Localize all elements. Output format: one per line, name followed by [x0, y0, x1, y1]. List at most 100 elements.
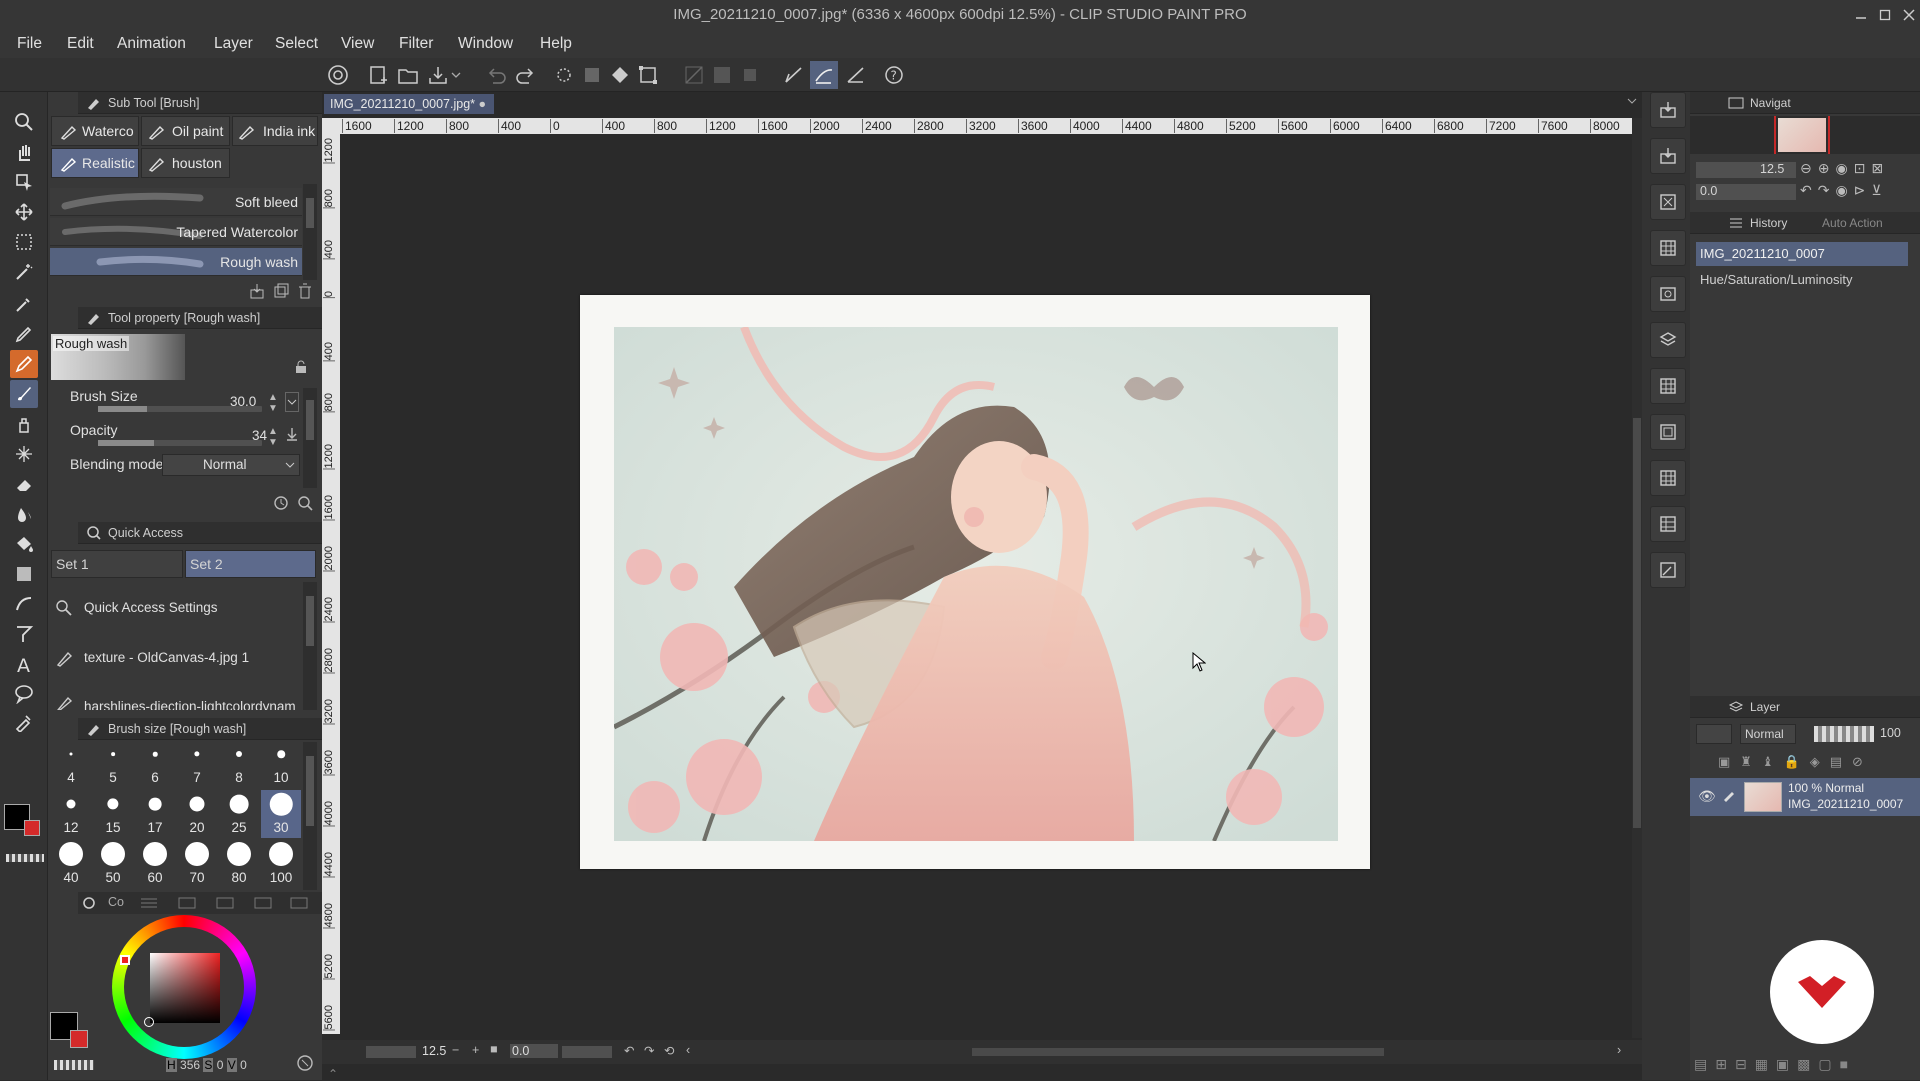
material-frame-icon[interactable]	[1650, 414, 1686, 450]
move-layer-icon[interactable]	[10, 198, 38, 226]
rotate-right-icon[interactable]: ↷	[644, 1043, 654, 1058]
opacity-row[interactable]: Opacity 34 ▲ ▼	[50, 420, 300, 454]
brush-item-rough-wash[interactable]: Rough wash	[50, 248, 302, 276]
decoration-tool-icon[interactable]	[10, 440, 38, 468]
menu-window[interactable]: Window	[458, 30, 513, 58]
navigator-rotate-icons[interactable]: ↶↷◉⊳⊻	[1800, 182, 1888, 199]
layer-opacity-value[interactable]: 100	[1880, 726, 1901, 740]
zoom-out-icon[interactable]: −	[452, 1043, 459, 1057]
chevron-right-icon[interactable]: ›	[1617, 1043, 1621, 1057]
canvas-vertical-scrollbar[interactable]	[1632, 118, 1642, 1038]
tab-set-1[interactable]: Set 1	[51, 550, 183, 578]
undo-icon[interactable]	[482, 61, 510, 89]
menu-animation[interactable]: Animation	[117, 30, 186, 58]
layer-lock-icons[interactable]: ▣♜♝🔒◈▤⊘	[1718, 754, 1914, 774]
menu-select[interactable]: Select	[275, 30, 318, 58]
help-icon[interactable]: ?	[880, 61, 908, 89]
quick-access-item[interactable]: Quick Access Settings	[50, 584, 302, 632]
correct-line-icon[interactable]	[10, 708, 38, 736]
brush-size-scrollbar[interactable]	[303, 742, 317, 890]
pressure-toggle-icon[interactable]	[285, 392, 299, 412]
menu-layer[interactable]: Layer	[214, 30, 253, 58]
blending-mode-select[interactable]: Normal	[162, 454, 300, 476]
rotate-left-icon[interactable]: ↶	[624, 1043, 634, 1058]
magic-wand-icon[interactable]	[10, 258, 38, 286]
selection-tool-icon[interactable]	[10, 228, 38, 256]
material-grid-icon[interactable]	[1650, 368, 1686, 404]
brush-size-option[interactable]: 10	[261, 740, 301, 788]
quick-access-scrollbar[interactable]	[303, 582, 317, 710]
brush-size-option[interactable]: 80	[219, 840, 259, 888]
pencil-tool-icon[interactable]	[10, 350, 38, 378]
material-image-icon[interactable]	[1650, 276, 1686, 312]
layer-color-select[interactable]	[1696, 724, 1732, 744]
zoom-value[interactable]: 12.5	[422, 1044, 446, 1058]
clip-studio-icon[interactable]	[324, 61, 352, 89]
menu-help[interactable]: Help	[540, 30, 572, 58]
approximate-color-tab-icon[interactable]	[254, 896, 272, 910]
fit-icon[interactable]: ■	[490, 1042, 498, 1056]
brush-size-option[interactable]: 20	[177, 790, 217, 838]
intermediate-color-tab-icon[interactable]	[216, 896, 234, 910]
property-settings-icon[interactable]	[272, 494, 290, 512]
saturation-marker[interactable]	[144, 1017, 154, 1027]
tab-set-2[interactable]: Set 2	[185, 550, 316, 578]
chevron-down-icon[interactable]	[1627, 96, 1637, 106]
history-item[interactable]: Hue/Saturation/Luminosity	[1696, 268, 1908, 292]
brush-size-option[interactable]: 40	[51, 840, 91, 888]
text-tool-icon[interactable]: A	[10, 650, 38, 678]
object-tool-icon[interactable]	[10, 168, 38, 196]
snap-ruler-icon[interactable]	[780, 61, 808, 89]
menu-view[interactable]: View	[341, 30, 374, 58]
brush-item-tapered-watercolor[interactable]: Tapered Watercolor	[50, 218, 302, 246]
brush-size-option[interactable]: 15	[93, 790, 133, 838]
document-tab[interactable]: IMG_20211210_0007.jpg* ●	[324, 94, 494, 114]
quick-access-item[interactable]: texture - OldCanvas-4.jpg 1	[50, 634, 302, 682]
eye-icon[interactable]: 👁	[1698, 788, 1716, 805]
close-button[interactable]	[1894, 0, 1920, 30]
material-grid-icon[interactable]	[1650, 506, 1686, 542]
brush-size-slider[interactable]	[98, 406, 262, 412]
layer-bottom-icons[interactable]: ▤⊞⊟▦▣▩▢■	[1694, 1056, 1920, 1080]
layer-opacity-slider[interactable]	[1814, 726, 1874, 742]
brush-size-option[interactable]: 25	[219, 790, 259, 838]
sub-color-swatch[interactable]	[70, 1030, 88, 1048]
brush-size-option[interactable]: 6	[135, 740, 175, 788]
brush-tool-icon[interactable]	[10, 380, 38, 408]
brush-size-row[interactable]: Brush Size 30.0 ▲ ▼	[50, 386, 300, 420]
brush-size-option[interactable]: 8	[219, 740, 259, 788]
transparent-color-icon[interactable]	[54, 1060, 94, 1070]
quick-access-item[interactable]: harshlines-diection-lightcolordynam	[50, 682, 302, 710]
wrench-icon[interactable]	[296, 494, 314, 512]
zoom-tool-icon[interactable]	[10, 108, 38, 136]
brush-size-option[interactable]: 70	[177, 840, 217, 888]
menu-file[interactable]: File	[17, 30, 42, 58]
transform-icon[interactable]	[634, 61, 662, 89]
history-item[interactable]: IMG_20211210_0007	[1696, 242, 1908, 266]
brush-list-scrollbar[interactable]	[303, 184, 317, 280]
brush-size-option[interactable]: 50	[93, 840, 133, 888]
layer-blend-select[interactable]: Normal	[1740, 724, 1796, 744]
material-download-icon[interactable]	[1650, 138, 1686, 174]
brush-size-option[interactable]: 17	[135, 790, 175, 838]
material-edit-icon[interactable]	[1650, 552, 1686, 588]
color-wheel-tab-icon[interactable]	[82, 896, 96, 910]
brush-size-option[interactable]: 100	[261, 840, 301, 888]
material-download-icon[interactable]	[1650, 92, 1686, 128]
frame-border-icon[interactable]	[10, 620, 38, 648]
selection-expand-icon[interactable]	[708, 61, 736, 89]
material-close-icon[interactable]	[1650, 184, 1686, 220]
gradient-icon[interactable]	[10, 560, 38, 588]
import-brush-icon[interactable]	[248, 282, 266, 300]
brush-size-option[interactable]: 4	[51, 740, 91, 788]
brush-size-option[interactable]: 60	[135, 840, 175, 888]
layer-row[interactable]: 👁 100 % Normal IMG_20211210_0007	[1690, 778, 1920, 816]
reset-rotation-icon[interactable]: ⟲	[664, 1043, 674, 1058]
opacity-slider[interactable]	[98, 440, 262, 446]
download-arrow-icon[interactable]	[285, 426, 299, 442]
redo-icon[interactable]	[512, 61, 540, 89]
duplicate-brush-icon[interactable]	[272, 282, 290, 300]
close-tab-icon[interactable]: ●	[478, 94, 486, 114]
fill-icon[interactable]	[606, 61, 634, 89]
hue-marker[interactable]	[120, 955, 130, 965]
